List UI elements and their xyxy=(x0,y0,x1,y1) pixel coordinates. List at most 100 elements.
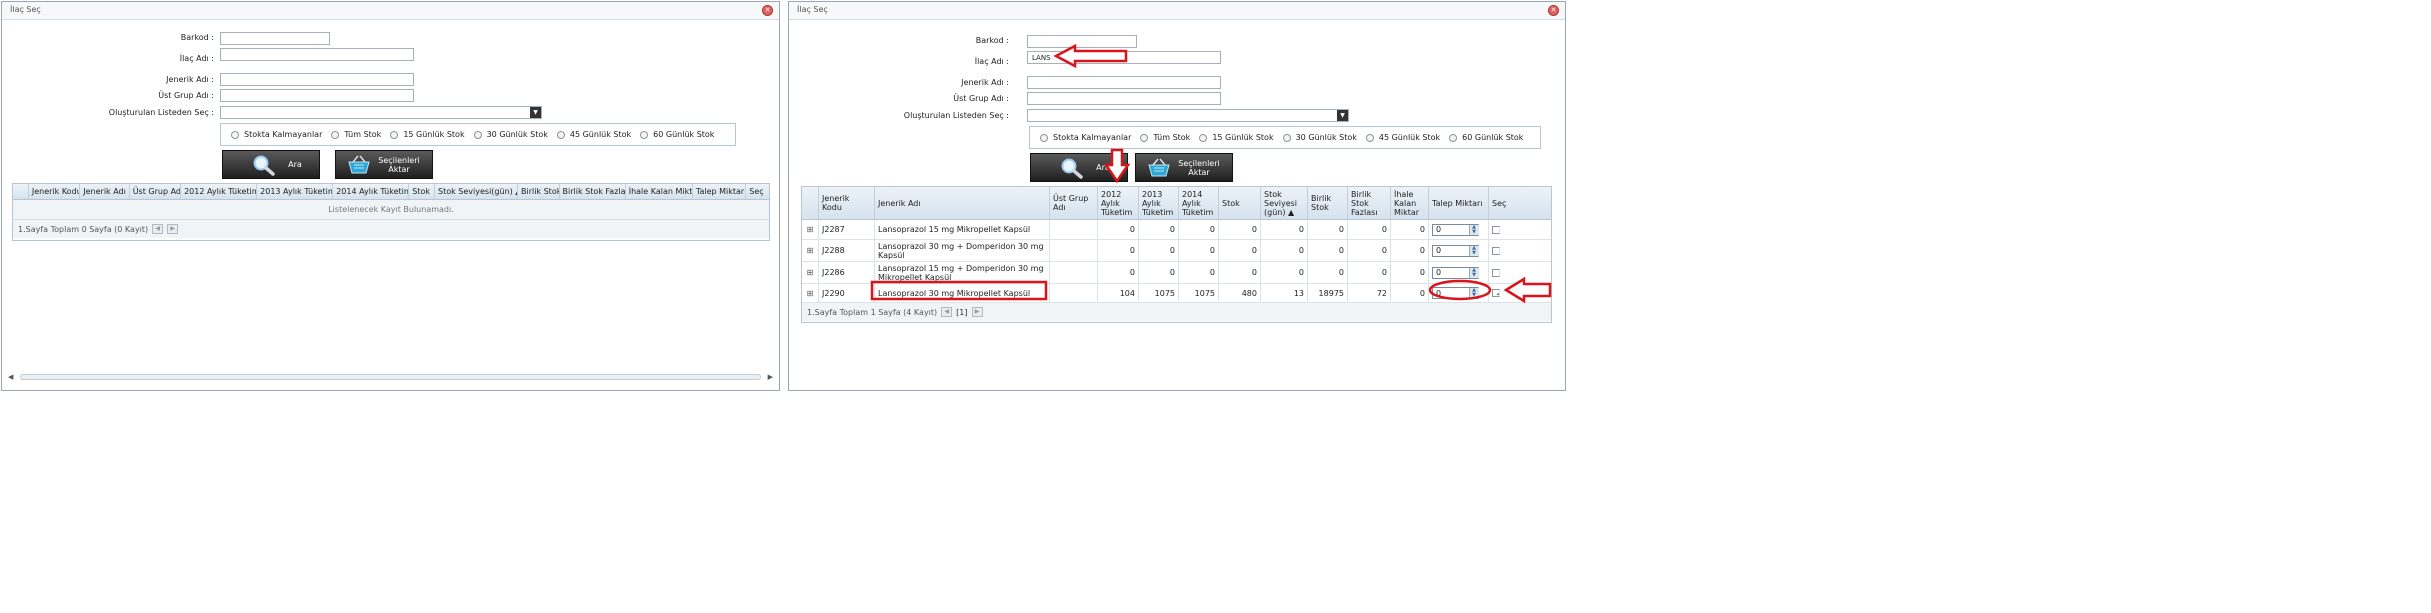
expand-plus-icon[interactable]: ⊞ xyxy=(802,220,819,239)
col-birlik-stok[interactable]: Birlik Stok xyxy=(1308,187,1348,219)
radio-tum-stok[interactable]: Tüm Stok xyxy=(331,130,381,139)
col-jenerik-kodu[interactable]: Jenerik Kodu xyxy=(819,187,875,219)
col-talep-miktari[interactable]: Talep Miktarı xyxy=(1429,187,1489,219)
radio-icon[interactable] xyxy=(1199,133,1208,142)
table-row[interactable]: ⊞ J2286 Lansoprazol 15 mg + Domperidon 3… xyxy=(802,262,1551,284)
col-stok-seviyesi[interactable]: Stok Seviyesi(gün) ▲ xyxy=(435,184,518,199)
sec-checkbox[interactable] xyxy=(1492,225,1500,234)
radio-60-gunluk[interactable]: 60 Günlük Stok xyxy=(640,130,714,139)
ust-grup-input[interactable] xyxy=(1027,92,1221,105)
col-2013-tuketim[interactable]: 2013 Aylık Tüketim xyxy=(1139,187,1179,219)
radio-icon[interactable] xyxy=(556,130,565,139)
col-sec[interactable]: Seç xyxy=(1489,187,1549,219)
close-icon[interactable]: ✕ xyxy=(1548,5,1559,16)
ara-button[interactable]: Ara xyxy=(222,150,320,179)
col-jenerik-adi[interactable]: Jenerik Adı xyxy=(875,187,1050,219)
radio-30-gunluk[interactable]: 30 Günlük Stok xyxy=(1282,133,1357,142)
ilac-adi-input[interactable]: LANS xyxy=(1027,51,1221,64)
col-ust-grup-adi[interactable]: Üst Grup Adı xyxy=(1050,187,1098,219)
col-2012-tuketim[interactable]: 2012 Aylık Tüketim xyxy=(181,184,258,199)
col-2014-tuketim[interactable]: 2014 Aylık Tüketim xyxy=(1179,187,1219,219)
talep-miktari-stepper[interactable]: 0 ▲ ▼ xyxy=(1432,223,1479,236)
radio-15-gunluk[interactable]: 15 Günlük Stok xyxy=(390,130,465,139)
talep-miktari-stepper[interactable]: 0 ▲ ▼ xyxy=(1432,266,1479,279)
next-page-icon[interactable]: ▶ xyxy=(971,307,983,317)
scroll-left-icon[interactable]: ◀ xyxy=(8,373,13,381)
barkod-input[interactable] xyxy=(1027,35,1137,48)
spinner-arrows-icon[interactable]: ▲ ▼ xyxy=(1469,288,1478,298)
radio-icon[interactable] xyxy=(473,130,482,139)
table-row[interactable]: ⊞ J2287 Lansoprazol 15 mg Mikropellet Ka… xyxy=(802,220,1551,240)
col-stok[interactable]: Stok xyxy=(409,184,436,199)
radio-stokta-kalmayanlar[interactable]: Stokta Kalmayanlar xyxy=(231,130,322,139)
barkod-input[interactable] xyxy=(220,32,330,45)
ara-button[interactable]: Ara xyxy=(1030,153,1128,182)
table-row[interactable]: ⊞ J2290 Lansoprazol 30 mg Mikropellet Ka… xyxy=(802,284,1551,303)
expand-plus-icon[interactable]: ⊞ xyxy=(802,240,819,261)
radio-icon[interactable] xyxy=(231,130,239,139)
spinner-arrows-icon[interactable]: ▲ ▼ xyxy=(1469,267,1478,278)
col-talep-miktari[interactable]: Talep Miktarı xyxy=(693,184,747,199)
col-ihale-kalan[interactable]: İhale Kalan Miktar xyxy=(1391,187,1429,219)
col-stok-seviyesi[interactable]: Stok Seviyesi (gün) ▲ xyxy=(1261,187,1308,219)
col-stok[interactable]: Stok xyxy=(1219,187,1261,219)
liste-select[interactable]: ▼ xyxy=(220,106,542,119)
col-2014-tuketim[interactable]: 2014 Aylık Tüketim xyxy=(333,184,410,199)
next-page-icon[interactable]: ▶ xyxy=(167,224,179,234)
talep-miktari-stepper[interactable]: 0 ▲ ▼ xyxy=(1432,244,1479,257)
radio-45-gunluk[interactable]: 45 Günlük Stok xyxy=(556,130,631,139)
radio-icon[interactable] xyxy=(1140,133,1149,142)
col-birlik-stok-fazlasi[interactable]: Birlik Stok Fazlası xyxy=(1348,187,1391,219)
jenerik-adi-input[interactable] xyxy=(1027,76,1221,89)
radio-icon[interactable] xyxy=(1282,133,1291,142)
horizontal-scrollbar[interactable]: ◀ ▶ xyxy=(8,373,773,381)
prev-page-icon[interactable]: ◀ xyxy=(152,224,164,234)
expand-plus-icon[interactable]: ⊞ xyxy=(802,284,819,302)
aktar-button-label: Seçilenleri Aktar xyxy=(1172,159,1232,177)
col-birlik-stok-fazlasi[interactable]: Birlik Stok Fazlası xyxy=(560,184,626,199)
ust-grup-input[interactable] xyxy=(220,89,414,102)
expand-plus-icon[interactable]: ⊞ xyxy=(802,262,819,283)
scroll-right-icon[interactable]: ▶ xyxy=(768,373,773,381)
ilac-adi-input[interactable] xyxy=(220,48,414,61)
dropdown-arrow-icon[interactable]: ▼ xyxy=(530,107,541,118)
radio-icon[interactable] xyxy=(640,130,649,139)
close-icon[interactable]: ✕ xyxy=(762,5,773,16)
radio-45-gunluk[interactable]: 45 Günlük Stok xyxy=(1365,133,1440,142)
spinner-arrows-icon[interactable]: ▲ ▼ xyxy=(1469,245,1478,256)
dropdown-arrow-icon[interactable]: ▼ xyxy=(1337,110,1348,121)
col-sec[interactable]: Seç xyxy=(746,184,769,199)
radio-tum-stok[interactable]: Tüm Stok xyxy=(1140,133,1190,142)
current-page-link[interactable]: [1] xyxy=(956,308,967,317)
liste-select[interactable]: ▼ xyxy=(1027,109,1349,122)
radio-icon[interactable] xyxy=(1449,133,1458,142)
col-ihale-kalan[interactable]: İhale Kalan Miktar xyxy=(626,184,693,199)
secilenleri-aktar-button[interactable]: Seçilenleri Aktar xyxy=(335,150,433,179)
col-birlik-stok[interactable]: Birlik Stok xyxy=(518,184,560,199)
jenerik-adi-input[interactable] xyxy=(220,73,414,86)
scroll-track[interactable] xyxy=(20,374,761,380)
radio-icon[interactable] xyxy=(331,130,340,139)
radio-15-gunluk[interactable]: 15 Günlük Stok xyxy=(1199,133,1274,142)
col-jenerik-kodu[interactable]: Jenerik Kodu xyxy=(29,184,81,199)
radio-stokta-kalmayanlar[interactable]: Stokta Kalmayanlar xyxy=(1040,133,1131,142)
col-2012-tuketim[interactable]: 2012 Aylık Tüketim xyxy=(1098,187,1139,219)
radio-icon[interactable] xyxy=(1365,133,1374,142)
talep-miktari-stepper[interactable]: 0 ▲ ▼ xyxy=(1432,287,1479,299)
radio-60-gunluk[interactable]: 60 Günlük Stok xyxy=(1449,133,1523,142)
col-2013-tuketim[interactable]: 2013 Aylık Tüketim xyxy=(257,184,334,199)
sec-checkbox[interactable] xyxy=(1492,268,1500,277)
sec-checkbox-checked[interactable]: ✓ xyxy=(1492,289,1500,297)
sec-checkbox[interactable] xyxy=(1492,246,1500,255)
col-ust-grup-adi[interactable]: Üst Grup Adı xyxy=(130,184,182,199)
cell-jenerik-adi: Lansoprazol 15 mg + Domperidon 30 mg Mik… xyxy=(875,262,1050,283)
prev-page-icon[interactable]: ◀ xyxy=(941,307,953,317)
radio-30-gunluk[interactable]: 30 Günlük Stok xyxy=(473,130,548,139)
cell-2012: 104 xyxy=(1098,284,1139,302)
secilenleri-aktar-button[interactable]: Seçilenleri Aktar xyxy=(1135,153,1233,182)
col-jenerik-adi[interactable]: Jenerik Adı xyxy=(80,184,130,199)
radio-icon[interactable] xyxy=(1040,133,1048,142)
spinner-arrows-icon[interactable]: ▲ ▼ xyxy=(1469,224,1478,235)
radio-icon[interactable] xyxy=(390,130,399,139)
table-row[interactable]: ⊞ J2288 Lansoprazol 30 mg + Domperidon 3… xyxy=(802,240,1551,262)
